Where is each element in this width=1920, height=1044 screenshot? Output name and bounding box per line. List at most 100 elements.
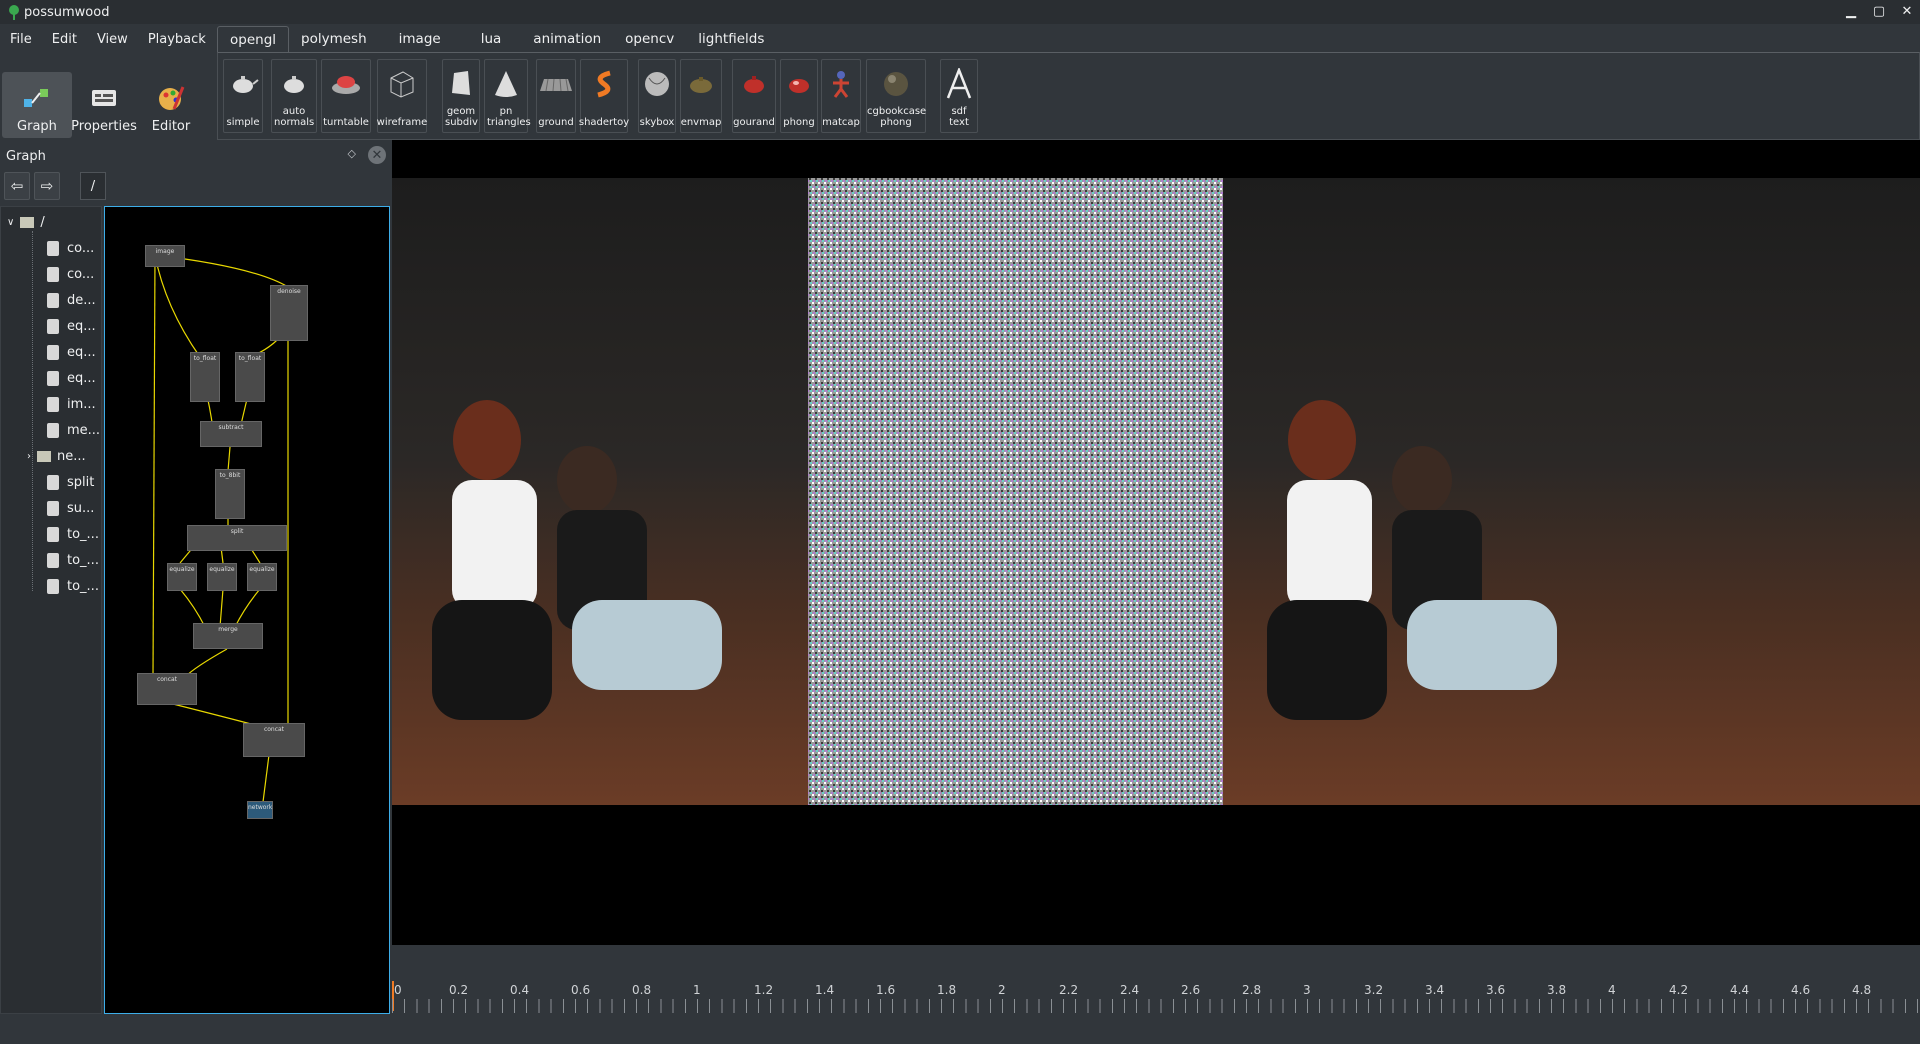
editor-mode-button[interactable]: Editor xyxy=(136,72,206,138)
close-window-button[interactable]: ✕ xyxy=(1898,2,1916,20)
back-button[interactable]: ⇦ xyxy=(4,172,30,200)
minimize-button[interactable]: ▁ xyxy=(1842,2,1860,20)
mode-bar: Graph Properties Editor xyxy=(0,72,206,138)
graph-node[interactable]: to_8bit xyxy=(215,469,245,519)
properties-mode-button[interactable]: Properties xyxy=(71,72,137,138)
tool-wireframe[interactable]: wireframe xyxy=(377,59,427,133)
tool-auto-normals[interactable]: auto normals xyxy=(271,59,317,133)
node-icon xyxy=(47,318,59,334)
node-tree: ∨ / co... co... de... eq... eq... eq... … xyxy=(0,206,102,1014)
graph-node[interactable]: subtract xyxy=(200,421,262,447)
tool-skybox[interactable]: skybox xyxy=(638,59,676,133)
tree-item[interactable]: split xyxy=(47,469,94,495)
tree-item[interactable]: to_... xyxy=(47,547,99,573)
graph-node[interactable]: to_float xyxy=(190,352,220,402)
timeline-tick-label: 2 xyxy=(998,983,1006,997)
graph-editor[interactable]: image denoise to_float to_float subtract to_8… xyxy=(104,206,390,1014)
chevron-down-icon: ∨ xyxy=(7,216,15,228)
timeline-tick-label: 3.8 xyxy=(1547,983,1567,997)
tree-item[interactable]: eq... xyxy=(47,313,96,339)
ground-icon xyxy=(538,66,574,102)
tool-geom-subdiv[interactable]: geom subdiv xyxy=(442,59,480,133)
tool-matcap[interactable]: matcap xyxy=(821,59,861,133)
tree-item[interactable]: me... xyxy=(47,417,100,443)
timeline-tick-label: 0 xyxy=(394,983,402,997)
menu-view[interactable]: View xyxy=(87,32,138,47)
tool-shadertoy[interactable]: shadertoy xyxy=(579,59,629,133)
timeline-tick-label: 4.6 xyxy=(1791,983,1811,997)
menu-playback[interactable]: Playback xyxy=(138,32,216,47)
path-button[interactable]: / xyxy=(80,172,106,200)
graph-node[interactable]: split xyxy=(187,525,287,551)
tab-image[interactable]: image xyxy=(379,26,461,52)
tool-simple[interactable]: simple xyxy=(223,59,263,133)
graph-node[interactable]: network xyxy=(247,801,273,819)
tree-item[interactable]: to_... xyxy=(47,521,99,547)
graph-node[interactable]: concat xyxy=(243,723,305,757)
tab-lua[interactable]: lua xyxy=(461,26,522,52)
folder-icon xyxy=(20,216,35,228)
tab-lightfields[interactable]: lightfields xyxy=(686,26,776,52)
skybox-icon xyxy=(639,66,675,102)
timeline-tick-label: 4.8 xyxy=(1852,983,1872,997)
maximize-button[interactable]: ▢ xyxy=(1870,2,1888,20)
properties-icon xyxy=(88,83,120,113)
graph-node[interactable]: to_float xyxy=(235,352,265,402)
tab-opencv[interactable]: opencv xyxy=(613,26,686,52)
timeline-tick-label: 1 xyxy=(693,983,701,997)
graph-node[interactable]: image xyxy=(145,245,185,267)
timeline-tick-label: 2.2 xyxy=(1059,983,1079,997)
tree-item[interactable]: im... xyxy=(47,391,96,417)
tool-sdf-text[interactable]: sdf text xyxy=(940,59,978,133)
graph-node[interactable]: equalize xyxy=(247,563,277,591)
tree-item[interactable]: eq... xyxy=(47,365,96,391)
timeline-tick-label: 0.8 xyxy=(632,983,652,997)
node-icon xyxy=(47,500,59,516)
forward-button[interactable]: ⇨ xyxy=(34,172,60,200)
tab-animation[interactable]: animation xyxy=(521,26,613,52)
tree-item[interactable]: to_... xyxy=(47,573,99,599)
teapot-red-icon xyxy=(781,66,817,102)
graph-node[interactable]: concat xyxy=(137,673,197,705)
wireframe-icon xyxy=(384,66,420,102)
tab-polymesh[interactable]: polymesh xyxy=(289,26,379,52)
tool-turntable[interactable]: turntable xyxy=(321,59,371,133)
timeline-tick-label: 3 xyxy=(1303,983,1311,997)
dock-close-button[interactable]: ✕ xyxy=(368,146,386,164)
viewport[interactable] xyxy=(392,140,1920,945)
graph-node[interactable]: merge xyxy=(193,623,263,649)
tool-envmap[interactable]: envmap xyxy=(680,59,722,133)
tree-item[interactable]: co... xyxy=(47,235,94,261)
node-icon xyxy=(47,266,59,282)
graph-icon xyxy=(21,83,53,113)
dock-float-button[interactable]: ◇ xyxy=(348,147,356,160)
tree-item-network[interactable]: › ne... xyxy=(27,443,86,469)
tree-item[interactable]: eq... xyxy=(47,339,96,365)
tool-ground[interactable]: ground xyxy=(536,59,576,133)
timeline-tick-label: 1.8 xyxy=(937,983,957,997)
tool-phong[interactable]: phong xyxy=(780,59,818,133)
tree-root[interactable]: ∨ / xyxy=(7,209,45,235)
graph-mode-button[interactable]: Graph xyxy=(2,72,72,138)
menu-file[interactable]: File xyxy=(0,32,42,47)
tool-gourand[interactable]: gourand xyxy=(732,59,776,133)
graph-dock-header: Graph ◇ ✕ xyxy=(0,143,392,169)
node-icon xyxy=(47,474,59,490)
tree-item[interactable]: su... xyxy=(47,495,94,521)
tree-item[interactable]: co... xyxy=(47,261,94,287)
menu-edit[interactable]: Edit xyxy=(42,32,87,47)
timeline[interactable]: 0 0.2 0.4 0.6 0.8 1 1.2 1.4 1.6 1.8 2 2.2 2.4 2.6 2.8 3… xyxy=(392,977,1920,1015)
matcap-icon xyxy=(823,66,859,102)
editor-icon xyxy=(155,83,187,113)
sdf-text-icon xyxy=(941,66,977,102)
graph-node[interactable]: equalize xyxy=(167,563,197,591)
tool-cgbookcase-phong[interactable]: cgbookcase phong xyxy=(866,59,926,133)
status-bar xyxy=(0,1018,1920,1044)
tool-pn-triangles[interactable]: pn triangles xyxy=(484,59,531,133)
tree-item[interactable]: de... xyxy=(47,287,96,313)
teapot-red-icon xyxy=(736,66,772,102)
timeline-tick-label: 0.2 xyxy=(449,983,469,997)
graph-node[interactable]: equalize xyxy=(207,563,237,591)
graph-node[interactable]: denoise xyxy=(270,285,308,341)
tab-opengl[interactable]: opengl xyxy=(217,26,290,52)
